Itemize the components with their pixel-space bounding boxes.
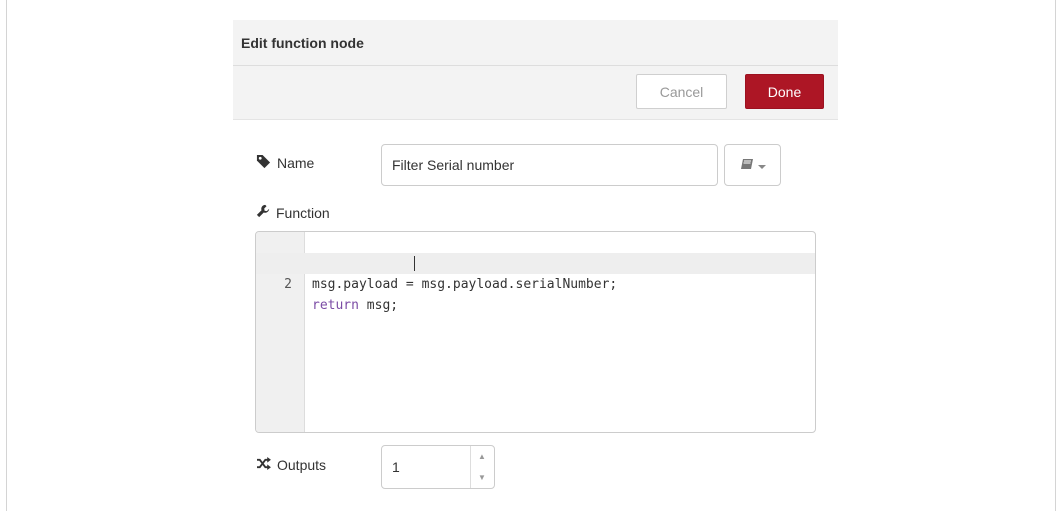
outputs-label: Outputs bbox=[277, 457, 327, 473]
code-line[interactable]: 1 msg.payload = msg.payload.serialNumber… bbox=[256, 232, 815, 292]
cancel-button[interactable]: Cancel bbox=[636, 74, 727, 109]
code-text: return msg; bbox=[312, 295, 398, 316]
outputs-spinner-input[interactable]: 1 ▲ ▼ bbox=[381, 445, 495, 489]
name-input[interactable]: Filter Serial number bbox=[381, 144, 718, 186]
dialog-title: Edit function node bbox=[241, 35, 364, 51]
done-button[interactable]: Done bbox=[745, 74, 824, 109]
code-editor[interactable]: 1 msg.payload = msg.payload.serialNumber… bbox=[255, 231, 816, 433]
name-input-value: Filter Serial number bbox=[392, 157, 515, 173]
function-label-row: Function bbox=[256, 204, 330, 221]
library-button[interactable] bbox=[724, 144, 781, 186]
random-icon bbox=[256, 457, 271, 473]
book-icon bbox=[740, 157, 754, 173]
wrench-icon bbox=[256, 204, 270, 221]
spinner-controls: ▲ ▼ bbox=[470, 446, 494, 488]
dialog-title-bar: Edit function node bbox=[233, 20, 838, 66]
name-label-row: Name bbox=[256, 154, 314, 172]
canvas-right-border bbox=[1055, 0, 1056, 511]
code-text: msg.payload = msg.payload.serialNumber; bbox=[312, 277, 618, 292]
code-line-active[interactable]: 2 return msg; bbox=[256, 253, 815, 313]
outputs-value: 1 bbox=[392, 459, 400, 475]
code-keyword: return bbox=[312, 298, 359, 313]
canvas-left-border bbox=[6, 0, 7, 511]
dialog-button-bar: Cancel Done bbox=[233, 66, 838, 120]
function-label: Function bbox=[276, 204, 330, 221]
caret-down-icon bbox=[757, 157, 766, 173]
text-cursor bbox=[414, 256, 415, 271]
spinner-down-button[interactable]: ▼ bbox=[471, 467, 493, 488]
line-number: 2 bbox=[284, 277, 292, 292]
name-label: Name bbox=[277, 155, 315, 171]
code-rest: msg; bbox=[358, 298, 399, 313]
edit-function-dialog: Edit function node Cancel Done Name Filt… bbox=[233, 20, 838, 511]
outputs-label-row: Outputs bbox=[256, 457, 326, 473]
tag-icon bbox=[256, 154, 271, 172]
spinner-up-button[interactable]: ▲ bbox=[471, 446, 493, 467]
